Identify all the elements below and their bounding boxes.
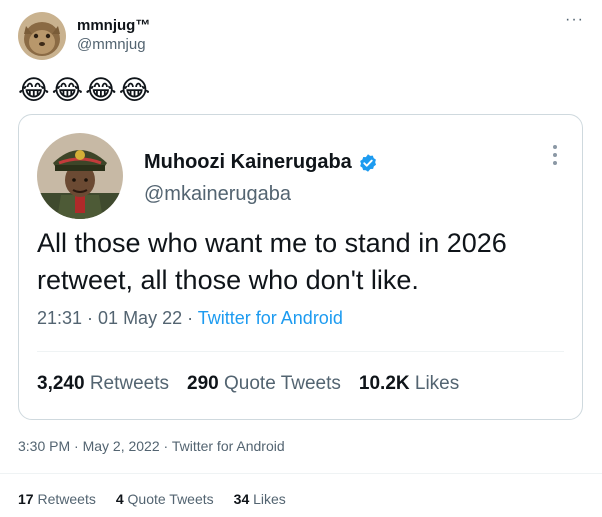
quoted-source-link[interactable]: Twitter for Android	[198, 308, 343, 328]
quote-tweets-stat[interactable]: 4 Quote Tweets	[116, 491, 214, 507]
more-options-icon[interactable]: ···	[565, 12, 584, 28]
retweets-stat[interactable]: 17 Retweets	[18, 491, 96, 507]
quoted-timestamp[interactable]: 21:31 · 01 May 22 ·	[37, 308, 198, 328]
quoted-quote-tweets-stat[interactable]: 290 Quote Tweets	[187, 373, 341, 395]
tweet-text: 😂 😂 😂 😂	[18, 76, 150, 106]
tweet-timestamp[interactable]: 3:30 PM · May 2, 2022 · Twitter for Andr…	[18, 438, 285, 454]
quoted-divider	[37, 351, 564, 352]
author-name[interactable]: mmnjug™	[77, 17, 150, 34]
tears-of-joy-emoji: 😂	[51, 75, 84, 106]
tweet-stats: 17 Retweets 4 Quote Tweets 34 Likes	[18, 491, 286, 507]
likes-stat[interactable]: 34 Likes	[234, 491, 286, 507]
author-handle[interactable]: @mmnjug	[77, 36, 146, 53]
quoted-tweet-text: All those who want me to stand in 2026 r…	[37, 228, 507, 295]
quoted-tweet-meta: 21:31 · 01 May 22 · Twitter for Android	[37, 308, 343, 329]
quoted-more-options-icon[interactable]	[552, 145, 558, 167]
quoted-author-name[interactable]: Muhoozi Kainerugaba	[144, 151, 378, 174]
author-avatar[interactable]	[18, 12, 66, 60]
quoted-author-handle[interactable]: @mkainerugaba	[144, 183, 291, 206]
quoted-retweets-stat[interactable]: 3,240 Retweets	[37, 373, 169, 395]
tears-of-joy-emoji: 😂	[18, 75, 50, 106]
tears-of-joy-emoji: 😂	[118, 75, 151, 106]
quoted-likes-stat[interactable]: 10.2K Likes	[359, 373, 459, 395]
verified-badge-icon	[359, 153, 376, 172]
quoted-tweet-card[interactable]: Muhoozi Kainerugaba @mkainerugaba All th…	[18, 114, 583, 420]
quoted-author-avatar[interactable]	[37, 133, 123, 219]
tears-of-joy-emoji: 😂	[85, 75, 117, 106]
quoted-stats: 3,240 Retweets 290 Quote Tweets 10.2K Li…	[37, 373, 459, 395]
tweet-divider	[0, 473, 602, 474]
quoted-author-name-text: Muhoozi Kainerugaba	[144, 151, 352, 173]
tweet-header: mmnjug™ @mmnjug ···	[18, 12, 584, 62]
